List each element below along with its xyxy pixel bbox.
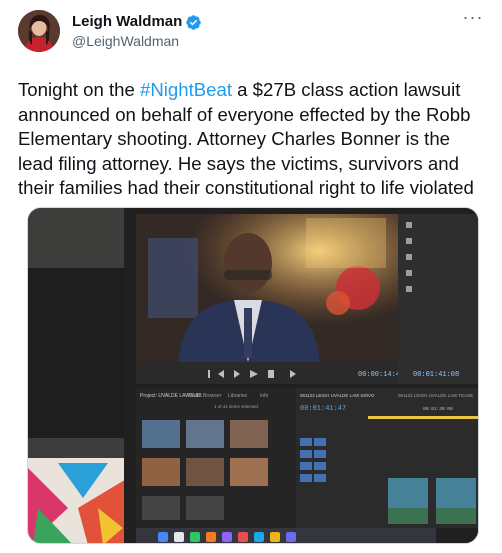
tweet-header: Leigh Waldman @LeighWaldman [18,10,486,58]
display-name-row: Leigh Waldman [72,13,202,31]
tweet-text-before: Tonight on the [18,79,140,100]
hashtag-link[interactable]: #NightBeat [140,79,232,100]
verified-badge-icon [185,14,202,31]
display-name[interactable]: Leigh Waldman [72,13,182,31]
tweet-media-photo[interactable]: 00:00:14:49 00:01:41:08 Project: UVALDE … [27,207,479,544]
tweet-card[interactable]: Leigh Waldman @LeighWaldman ··· Tonight … [0,0,502,553]
author-handle[interactable]: @LeighWaldman [72,32,202,50]
more-horizontal-icon: ··· [462,7,484,27]
author-names: Leigh Waldman @LeighWaldman [72,13,202,50]
attached-photo: 00:00:14:49 00:01:41:08 Project: UVALDE … [28,208,478,543]
avatar[interactable] [18,10,60,52]
bag-pattern [28,458,128,543]
profile-photo [18,10,60,52]
tweet-text: Tonight on the #NightBeat a $27B class a… [18,78,478,201]
more-options-button[interactable]: ··· [460,7,486,30]
